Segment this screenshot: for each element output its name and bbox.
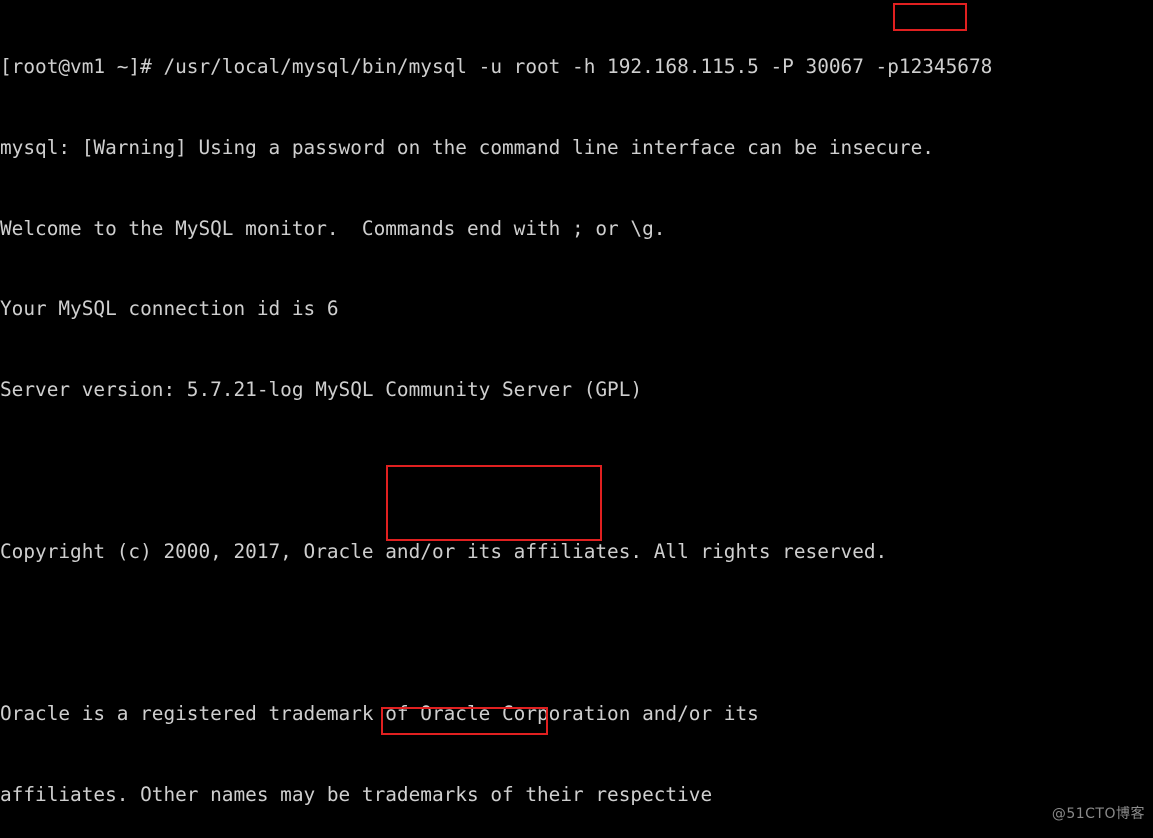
terminal-line: Your MySQL connection id is 6 [0, 297, 339, 321]
terminal-line: Copyright (c) 2000, 2017, Oracle and/or … [0, 539, 888, 563]
terminal-window[interactable]: [root@vm1 ~]# /usr/local/mysql/bin/mysql… [0, 0, 1153, 838]
terminal-line: [root@vm1 ~]# /usr/local/mysql/bin/mysql… [0, 54, 993, 78]
terminal-line: Welcome to the MySQL monitor. Commands e… [0, 216, 666, 240]
terminal-line: affiliates. Other names may be trademark… [0, 782, 713, 806]
terminal-line: Server version: 5.7.21-log MySQL Communi… [0, 378, 643, 402]
terminal-line: mysql: [Warning] Using a password on the… [0, 135, 934, 159]
terminal-output: [root@vm1 ~]# /usr/local/mysql/bin/mysql… [0, 0, 1153, 838]
watermark: @51CTO博客 [1051, 806, 1145, 823]
terminal-line: Oracle is a registered trademark of Orac… [0, 701, 759, 725]
